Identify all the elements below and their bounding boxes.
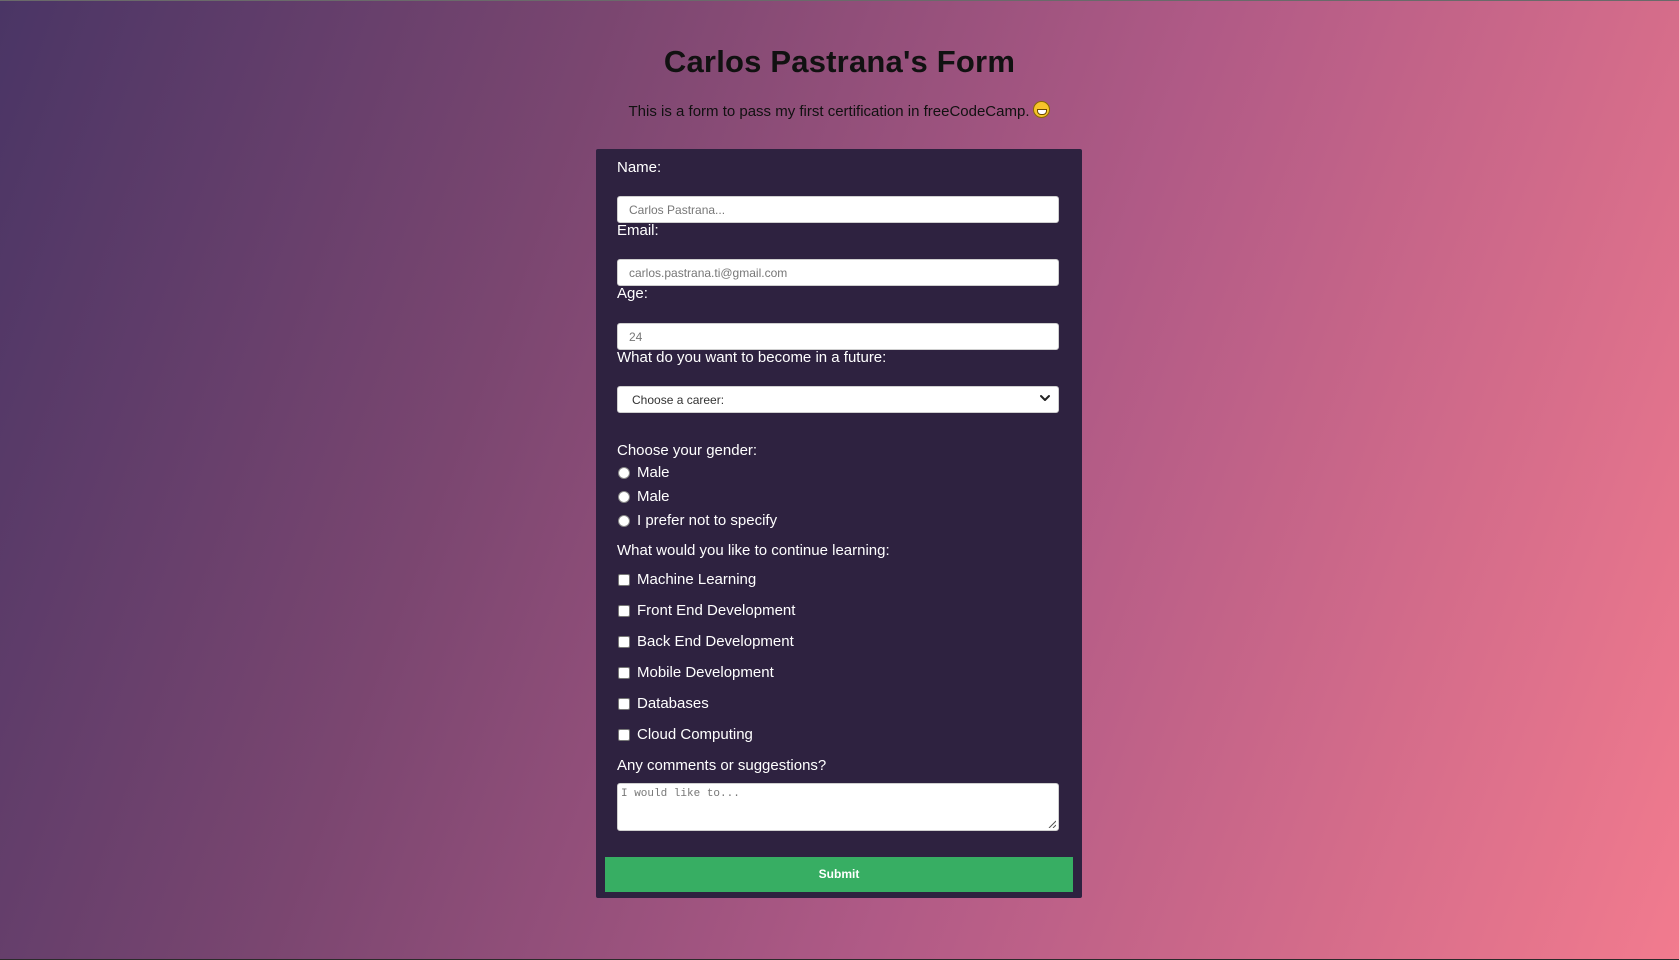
gender-option-male-2[interactable]: Male [617, 488, 670, 505]
learning-option-label: Mobile Development [637, 664, 774, 681]
top-border [0, 0, 1679, 1]
learning-option-cloud[interactable]: Cloud Computing [617, 726, 753, 743]
gender-label: Choose your gender: [617, 442, 758, 459]
resize-handle-icon[interactable] [1048, 820, 1056, 828]
page-title: Carlos Pastrana's Form [663, 44, 1016, 79]
comments-placeholder: I would like to... [621, 788, 740, 800]
learning-label: What would you like to continue learning… [617, 542, 890, 559]
learning-option-label: Cloud Computing [637, 726, 753, 743]
gender-option-label: I prefer not to specify [637, 512, 778, 529]
learning-option-label: Back End Development [637, 633, 794, 650]
checkbox[interactable] [618, 635, 630, 648]
grinning-face-emoji-icon [1033, 101, 1051, 118]
gender-option-unspecified[interactable]: I prefer not to specify [617, 512, 777, 529]
comments-label: Any comments or suggestions? [617, 757, 827, 774]
age-label: Age: [617, 285, 648, 302]
page-description: This is a form to pass my first certific… [0, 101, 1679, 120]
checkbox[interactable] [618, 573, 630, 586]
name-label: Name: [617, 159, 662, 176]
checkbox[interactable] [618, 604, 630, 617]
radio-button[interactable] [618, 514, 630, 527]
learning-option-label: Machine Learning [637, 571, 757, 588]
chevron-down-icon [1040, 395, 1050, 401]
radio-button[interactable] [618, 490, 630, 503]
checkbox[interactable] [618, 697, 630, 710]
checkbox[interactable] [618, 728, 630, 741]
learning-option-front-end[interactable]: Front End Development [617, 602, 795, 619]
age-input[interactable] [617, 323, 1059, 350]
email-label: Email: [617, 222, 659, 239]
learning-option-back-end[interactable]: Back End Development [617, 633, 794, 650]
gender-option-male[interactable]: Male [617, 464, 670, 481]
email-input[interactable] [617, 259, 1059, 286]
learning-option-machine-learning[interactable]: Machine Learning [617, 571, 756, 588]
career-select-value: Choose a career: [632, 393, 725, 407]
checkbox[interactable] [618, 666, 630, 679]
survey-form: Name: Email: Age: What do you want to be… [596, 149, 1082, 898]
gender-option-label: Male [637, 488, 670, 505]
learning-option-label: Databases [637, 695, 709, 712]
learning-option-databases[interactable]: Databases [617, 695, 709, 712]
name-input[interactable] [617, 196, 1059, 223]
career-label: What do you want to become in a future: [617, 349, 887, 366]
gender-option-label: Male [637, 464, 670, 481]
radio-button[interactable] [618, 466, 630, 479]
learning-option-mobile[interactable]: Mobile Development [617, 664, 774, 681]
submit-button[interactable]: Submit [605, 857, 1073, 892]
comments-textarea[interactable]: I would like to... [617, 783, 1059, 831]
learning-option-label: Front End Development [637, 602, 796, 619]
description-text: This is a form to pass my first certific… [628, 103, 1030, 120]
career-select[interactable]: Choose a career: [617, 386, 1059, 413]
